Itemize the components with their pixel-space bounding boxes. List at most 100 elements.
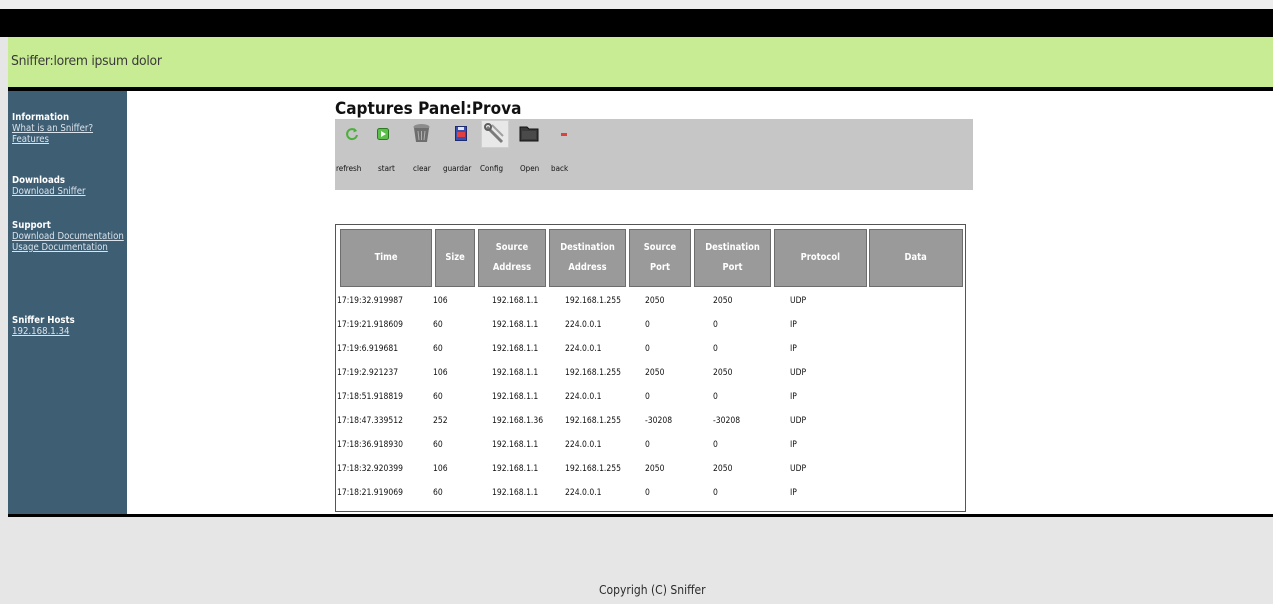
table-row[interactable]: 17:19:6.919681 60 192.168.1.1 224.0.0.1 0 0 IP [336,338,965,362]
cell-source-port: 2050 [645,296,665,306]
cell-source-address: 192.168.1.1 [492,464,539,474]
cell-source-address: 192.168.1.1 [492,488,539,498]
table-row[interactable]: 17:18:36.918930 60 192.168.1.1 224.0.0.1 0 0 I… [336,434,965,458]
cell-destination-address: 192.168.1.255 [565,464,621,474]
cell-destination-address: 224.0.0.1 [565,488,602,498]
cell-source-port: 2050 [645,464,665,474]
cell-protocol: UDP [790,368,807,378]
content-bottom-border [8,514,1273,517]
cell-destination-address: 224.0.0.1 [565,320,602,330]
sidebar-link-what-is-sniffer[interactable]: What is an Sniffer? [12,123,93,134]
cell-destination-address: 192.168.1.255 [565,368,621,378]
sidebar-group-information: Information What is an Sniffer? Features [12,112,106,145]
sidebar-link-usage-documentation[interactable]: Usage Documentation [12,242,124,253]
main-content: Information What is an Sniffer? Features… [8,91,1273,514]
table-row[interactable]: 17:18:32.920399 106 192.168.1.1 192.168.1.2… [336,458,965,482]
cell-size: 60 [433,344,443,354]
config-button[interactable]: Config [478,119,512,190]
cell-time: 17:18:47.339512 [337,416,403,426]
cell-protocol: UDP [790,464,807,474]
sidebar-group-downloads: Downloads Download Sniffer [12,175,98,197]
cell-destination-port: 2050 [713,368,733,378]
sidebar-link-download-sniffer[interactable]: Download Sniffer [12,186,86,197]
cell-time: 17:19:21.918609 [337,320,403,330]
cell-size: 60 [433,392,443,402]
minus-icon [561,133,567,136]
sidebar-heading-information: Information [12,112,70,123]
sidebar-heading-downloads: Downloads [12,175,66,186]
cell-destination-port: -30208 [713,416,741,426]
guardar-button[interactable]: guardar [441,119,477,190]
cell-destination-address: 224.0.0.1 [565,392,602,402]
cell-source-port: 2050 [645,368,665,378]
table-row[interactable]: 17:19:2.921237 106 192.168.1.1 192.168.1.25… [336,362,965,386]
cell-size: 60 [433,320,443,330]
refresh-icon [345,127,359,141]
cell-destination-port: 2050 [713,464,733,474]
column-header-size[interactable]: Size [435,229,475,287]
cell-time: 17:19:32.919987 [337,296,403,306]
cell-protocol: UDP [790,296,807,306]
column-header-protocol[interactable]: Protocol [774,229,867,287]
cell-time: 17:18:36.918930 [337,440,403,450]
config-label: Config [480,164,504,173]
column-header-destination-port[interactable]: Destination Port [694,229,771,287]
cell-destination-address: 224.0.0.1 [565,440,602,450]
column-header-data[interactable]: Data [869,229,963,287]
cell-source-port: 0 [645,392,650,402]
sidebar-heading-sniffer-hosts: Sniffer Hosts [12,315,75,326]
cell-size: 60 [433,440,443,450]
save-icon [455,126,467,141]
cell-time: 17:19:2.921237 [337,368,399,378]
cell-destination-port: 0 [713,320,718,330]
cell-source-address: 192.168.1.1 [492,440,539,450]
cell-protocol: IP [790,488,797,498]
cell-destination-port: 0 [713,392,718,402]
sidebar-link-host[interactable]: 192.168.1.34 [12,326,75,337]
panel-title: Captures Panel:Prova [335,99,522,119]
cell-time: 17:18:32.920399 [337,464,403,474]
sidebar: Information What is an Sniffer? Features… [8,91,127,514]
clear-label: clear [413,164,431,173]
table-row[interactable]: 17:18:21.919069 60 192.168.1.1 224.0.0.1 0 0 I… [336,482,965,506]
table-row[interactable]: 17:19:21.918609 60 192.168.1.1 224.0.0.1 0 0 I… [336,314,965,338]
cell-time: 17:19:6.919681 [337,344,399,354]
cell-protocol: IP [790,440,797,450]
start-button[interactable]: start [369,119,395,190]
cell-source-port: 0 [645,488,650,498]
cell-source-address: 192.168.1.1 [492,296,539,306]
sidebar-group-sniffer-hosts: Sniffer Hosts 192.168.1.34 [12,315,85,337]
cell-source-port: 0 [645,320,650,330]
cell-destination-address: 192.168.1.255 [565,296,621,306]
cell-protocol: IP [790,320,797,330]
clear-button[interactable]: clear [407,119,437,190]
column-header-source-port[interactable]: Source Port [629,229,691,287]
sidebar-link-features[interactable]: Features [12,134,93,145]
open-label: Open [520,164,540,173]
column-header-source-address[interactable]: Source Address [478,229,546,287]
sidebar-link-download-documentation[interactable]: Download Documentation [12,231,124,242]
table-row[interactable]: 17:19:32.919987 106 192.168.1.1 192.168.1.2… [336,290,965,314]
cell-time: 17:18:51.918819 [337,392,403,402]
cell-source-address: 192.168.1.1 [492,344,539,354]
refresh-button[interactable]: refresh [335,119,361,190]
table-row[interactable]: 17:18:51.918819 60 192.168.1.1 224.0.0.1 0 0 I… [336,386,965,410]
cell-protocol: IP [790,392,797,402]
site-header: Sniffer:lorem ipsum dolor [8,37,1273,87]
column-header-time[interactable]: Time [340,229,432,287]
column-header-destination-address[interactable]: Destination Address [549,229,626,287]
footer-copyright: Copyrigh (C) Sniffer [599,583,706,597]
cell-source-port: -30208 [645,416,673,426]
page: Sniffer:lorem ipsum dolor Information Wh… [0,0,1273,604]
play-icon [377,128,389,140]
open-button[interactable]: Open [513,119,547,190]
top-strip [0,0,1273,9]
start-label: start [378,164,395,173]
cell-destination-port: 2050 [713,296,733,306]
cell-protocol: UDP [790,416,807,426]
back-button[interactable]: back [548,119,578,190]
cell-source-address: 192.168.1.36 [492,416,544,426]
captures-table: Time Size Source Address Destination Add… [335,224,966,512]
table-row[interactable]: 17:18:47.339512 252 192.168.1.36 192.168.1.… [336,410,965,434]
cell-protocol: IP [790,344,797,354]
